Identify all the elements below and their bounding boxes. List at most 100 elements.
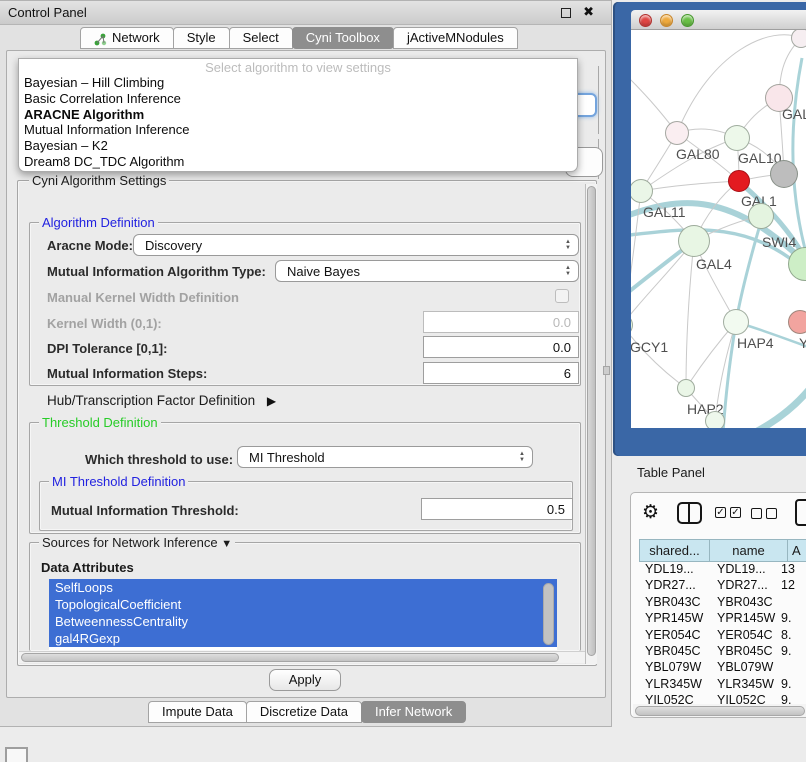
table-cell: YER054C (639, 628, 709, 644)
tab-infer-network[interactable]: Infer Network (361, 701, 466, 723)
network-node-gal10[interactable] (724, 125, 750, 151)
table-cell: YLR345W (709, 677, 781, 693)
hscroll-thumb[interactable] (21, 653, 559, 662)
table-horizontal-scrollbar[interactable] (633, 704, 806, 717)
dpi-tolerance-label: DPI Tolerance [0,1]: (47, 341, 167, 356)
network-node[interactable] (705, 411, 725, 428)
column-header-shared-name[interactable]: shared... (639, 539, 709, 562)
network-node[interactable] (791, 30, 806, 48)
network-node-gal80[interactable] (665, 121, 689, 145)
kernel-width-field[interactable]: 0.0 (423, 311, 579, 333)
attribute-list-item[interactable]: TopologicalCoefficient (49, 596, 557, 613)
mi-steps-field[interactable]: 6 (423, 362, 579, 384)
network-window-titlebar[interactable] (631, 10, 806, 30)
node-label: GAL4 (696, 256, 732, 272)
node-label: SWI4 (762, 234, 796, 250)
data-attributes-list[interactable]: SelfLoopsTopologicalCoefficientBetweenne… (49, 579, 557, 650)
column-header-name[interactable]: name (709, 539, 787, 562)
algorithm-option[interactable]: Bayesian – Hill Climbing (21, 75, 575, 91)
float-window-icon[interactable] (561, 8, 571, 18)
apply-button[interactable]: Apply (269, 669, 341, 691)
table-cell: YBL079W (709, 660, 781, 676)
gear-icon[interactable]: ⚙ (642, 501, 659, 524)
minimize-traffic-light-icon[interactable] (660, 14, 673, 27)
close-icon[interactable]: ✖ (583, 4, 594, 20)
attribute-list-item[interactable]: gal4RGexp (49, 630, 557, 647)
data-attributes-label: Data Attributes (41, 560, 134, 575)
deselect-checkbox-icon[interactable] (751, 508, 762, 519)
tab-label: Select (243, 28, 279, 48)
table-row[interactable]: YDR27...YDR27...12 (639, 578, 806, 594)
network-node-gal4[interactable] (678, 225, 710, 257)
which-threshold-combobox[interactable]: MI Threshold ▲▼ (237, 446, 533, 468)
table-row[interactable]: YER054CYER054C8. (639, 628, 806, 644)
sources-title-text: Sources for Network Inference (42, 535, 218, 550)
table-row[interactable]: YDL19...YDL19...13 (639, 562, 806, 578)
minimized-panel-icon[interactable] (5, 747, 28, 762)
network-node-hap2[interactable] (677, 379, 695, 397)
node-label: GAL (782, 106, 806, 122)
mi-threshold-field[interactable]: 0.5 (421, 498, 573, 520)
deselect-checkbox-icon[interactable] (766, 508, 777, 519)
manual-kernel-checkbox[interactable] (555, 289, 569, 303)
select-all-checkbox-icon[interactable]: ✓ (730, 507, 741, 518)
table-row[interactable]: YBR045CYBR045C9. (639, 644, 806, 660)
hidden-group-border (598, 66, 599, 134)
control-panel-tab-bar: Network Style Select Cyni Toolbox jActiv… (80, 27, 517, 49)
vscroll-thumb[interactable] (587, 186, 596, 656)
algorithm-options-list: Bayesian – Hill ClimbingBasic Correlatio… (21, 75, 575, 170)
mi-type-combobox[interactable]: Naive Bayes ▲▼ (275, 260, 579, 282)
column-view-icon[interactable] (677, 502, 702, 524)
table-row[interactable]: YBR043CYBR043C (639, 595, 806, 611)
dpi-tolerance-field[interactable]: 0.0 (423, 336, 579, 358)
network-node-hap4[interactable] (723, 309, 749, 335)
tab-label: Cyni Toolbox (306, 28, 380, 48)
network-node[interactable] (770, 160, 798, 188)
algorithm-option[interactable]: Dream8 DC_TDC Algorithm (21, 154, 575, 170)
attributes-list-scrollbar[interactable] (543, 583, 554, 645)
network-view-window[interactable]: GALGAL80GAL10GAL1GAL11SWI4GAL4GCY1HAP4YH… (613, 2, 806, 456)
tab-cyni-toolbox[interactable]: Cyni Toolbox (292, 27, 394, 49)
tab-jactivemnodules[interactable]: jActiveMNodules (393, 27, 518, 49)
table-hscroll-thumb[interactable] (635, 706, 805, 716)
settings-vertical-scrollbar[interactable] (585, 184, 597, 664)
sources-group-title[interactable]: Sources for Network Inference ▼ (39, 535, 235, 550)
table-cell: YBR043C (639, 595, 709, 611)
mi-threshold-label: Mutual Information Threshold: (51, 503, 239, 518)
split-pane-handle[interactable] (603, 366, 610, 375)
network-canvas[interactable]: GALGAL80GAL10GAL1GAL11SWI4GAL4GCY1HAP4YH… (631, 30, 806, 428)
select-all-checkbox-icon[interactable]: ✓ (715, 507, 726, 518)
tab-label: Discretize Data (260, 702, 348, 722)
tab-select[interactable]: Select (229, 27, 293, 49)
attribute-list-item[interactable]: SelfLoops (49, 579, 557, 596)
tab-network[interactable]: Network (80, 27, 174, 49)
zoom-traffic-light-icon[interactable] (681, 14, 694, 27)
aracne-mode-combobox[interactable]: Discovery ▲▼ (133, 234, 579, 256)
close-traffic-light-icon[interactable] (639, 14, 652, 27)
settings-horizontal-scrollbar[interactable] (19, 651, 597, 663)
attribute-list-item[interactable]: BetweennessCentrality (49, 613, 557, 630)
algorithm-option[interactable]: Mutual Information Inference (21, 122, 575, 138)
hub-definition-toggle[interactable]: Hub/Transcription Factor Definition ▶ (47, 393, 276, 408)
tab-label: Style (187, 28, 216, 48)
table-cell: 9. (781, 644, 806, 660)
table-cell: YBR045C (639, 644, 709, 660)
table-row[interactable]: YBL079WYBL079W (639, 660, 806, 676)
table-row[interactable]: YPR145WYPR145W9. (639, 611, 806, 627)
table-cell: 9. (781, 677, 806, 693)
tab-impute-data[interactable]: Impute Data (148, 701, 247, 723)
column-header-clipped[interactable]: A (787, 539, 806, 562)
table-row[interactable]: YLR345WYLR345W9. (639, 677, 806, 693)
document-icon[interactable] (795, 499, 806, 526)
tab-label: Impute Data (162, 702, 233, 722)
tab-discretize-data[interactable]: Discretize Data (246, 701, 362, 723)
table-panel: ⚙ ✓ ✓ shared... name A YDL19...YDL19...1… (630, 492, 806, 718)
node-label: GAL80 (676, 146, 720, 162)
network-node-gal1[interactable] (728, 170, 750, 192)
network-node-y[interactable] (788, 310, 806, 334)
algorithm-option[interactable]: Basic Correlation Inference (21, 91, 575, 107)
algorithm-option[interactable]: Bayesian – K2 (21, 138, 575, 154)
tab-style[interactable]: Style (173, 27, 230, 49)
algorithm-option[interactable]: ARACNE Algorithm (21, 107, 575, 123)
network-node-swi4[interactable] (748, 203, 774, 229)
